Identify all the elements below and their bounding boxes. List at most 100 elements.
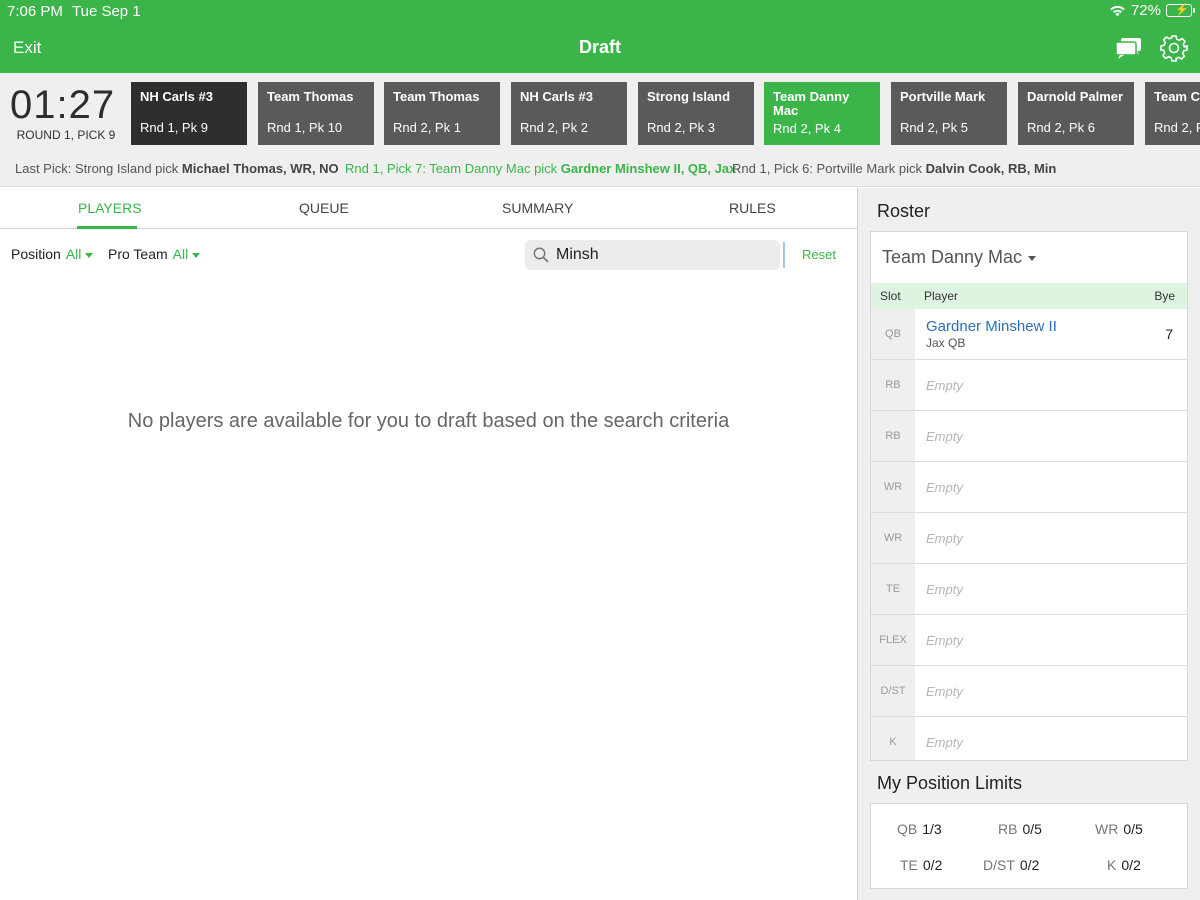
roster-player-link[interactable]: Gardner Minshew II [926, 318, 1057, 335]
roster-empty: Empty [926, 480, 963, 495]
exit-button[interactable]: Exit [13, 38, 41, 58]
reset-button[interactable]: Reset [802, 247, 836, 262]
position-filter-label: Position [11, 246, 61, 262]
ticker-text: Last Pick: Strong Island pick [15, 161, 182, 176]
pick-team: Team Danny Mac [773, 89, 850, 118]
roster-empty: Empty [926, 531, 963, 546]
roster-row: D/ST Empty [871, 666, 1187, 717]
pick-card[interactable]: Strong Island Rnd 2, Pk 3 [638, 82, 754, 145]
roster-player-team: Jax QB [926, 336, 966, 350]
draft-clock: 01:27 ROUND 1, PICK 9 [10, 83, 122, 142]
limit-pos: RB [998, 821, 1018, 837]
pro-team-filter-label: Pro Team [108, 246, 168, 262]
roster-panel: Roster Team Danny Mac Slot Player Bye QB… [858, 188, 1200, 900]
clock-round-label: ROUND 1, PICK 9 [16, 128, 116, 142]
limit-te: TE 0/2 [900, 857, 942, 873]
pick-number: Rnd 2, Pk 6 [1027, 120, 1095, 135]
pick-number: Rnd 2, P [1154, 120, 1200, 135]
pick-card[interactable]: Team Thomas Rnd 2, Pk 1 [384, 82, 500, 145]
position-limits-card: QB 1/3 RB 0/5 WR 0/5 TE 0/2 D/ST 0/2 K 0/2 [870, 803, 1188, 889]
tab-bar: PLAYERS QUEUE SUMMARY RULES [0, 188, 857, 229]
chat-bubbles-icon[interactable] [1115, 37, 1143, 61]
clock-time: 01:27 [10, 83, 116, 127]
limit-pos: TE [900, 857, 918, 873]
roster-player-bye: 7 [1165, 326, 1173, 342]
roster-row: K Empty [871, 717, 1187, 760]
pick-number: Rnd 2, Pk 5 [900, 120, 968, 135]
empty-results-message: No players are available for you to draf… [127, 410, 730, 432]
col-bye: Bye [1154, 289, 1175, 303]
ticker-player: Gardner Minshew II, QB, Jax [560, 161, 737, 176]
roster-header: Slot Player Bye [871, 283, 1187, 309]
roster-slot: TE [871, 564, 915, 614]
limit-dst: D/ST 0/2 [983, 857, 1039, 873]
ticker-last-pick: Last Pick: Strong Island pick Michael Th… [15, 161, 339, 176]
ticker-player: Michael Thomas, WR, NO [181, 161, 339, 176]
roster-slot: K [871, 717, 915, 760]
roster-slot: RB [871, 411, 915, 461]
roster-row: WR Empty [871, 513, 1187, 564]
pick-card[interactable]: Darnold Palmer Rnd 2, Pk 6 [1018, 82, 1134, 145]
limit-value: 0/5 [1123, 821, 1143, 837]
battery-percent: 72% [1130, 2, 1161, 19]
pick-number: Rnd 1, Pk 9 [140, 120, 208, 135]
battery-icon: ⚡ [1166, 4, 1195, 17]
tab-queue[interactable]: QUEUE [299, 200, 349, 216]
pick-number: Rnd 2, Pk 2 [520, 120, 588, 135]
ticker-text: Rnd 1, Pick 6: Portville Mark pick [732, 161, 926, 176]
pick-number: Rnd 2, Pk 3 [647, 120, 715, 135]
roster-empty: Empty [926, 429, 963, 444]
pick-card[interactable]: Team Ch Rnd 2, P [1145, 82, 1200, 145]
roster-slot: D/ST [871, 666, 915, 716]
limit-pos: WR [1095, 821, 1119, 837]
roster-row: FLEX Empty [871, 615, 1187, 666]
pick-number: Rnd 1, Pk 10 [267, 120, 343, 135]
pro-team-filter[interactable]: Pro Team All [108, 246, 201, 262]
limit-value: 0/2 [1019, 857, 1040, 873]
position-filter[interactable]: Position All [11, 246, 94, 262]
roster-empty: Empty [926, 378, 963, 393]
limit-pos: D/ST [983, 857, 1015, 873]
tab-summary[interactable]: SUMMARY [502, 200, 573, 216]
search-input[interactable] [556, 243, 771, 267]
wifi-icon [1110, 5, 1125, 17]
caret-down-icon [85, 252, 94, 258]
roster-row: WR Empty [871, 462, 1187, 513]
pick-card[interactable]: NH Carls #3 Rnd 2, Pk 2 [511, 82, 627, 145]
pick-card[interactable]: Team Thomas Rnd 1, Pk 10 [258, 82, 374, 145]
roster-slot: RB [871, 360, 915, 410]
page-title: Draft [578, 37, 621, 57]
roster-slot: QB [871, 309, 915, 359]
tab-rules[interactable]: RULES [729, 200, 776, 216]
pick-number: Rnd 2, Pk 4 [773, 121, 841, 136]
status-bar: 7:06 PM Tue Sep 1 72% ⚡ [0, 0, 1200, 22]
pick-card-mine[interactable]: Team Danny Mac Rnd 2, Pk 4 [764, 82, 880, 145]
ticker-my-pick: Rnd 1, Pick 7: Team Danny Mac pick Gardn… [345, 161, 736, 176]
roster-slot: WR [871, 513, 915, 563]
caret-down-icon [1028, 255, 1037, 261]
ticker-text: Rnd 1, Pick 7: Team Danny Mac pick [345, 161, 561, 176]
pick-team: Portville Mark [900, 89, 986, 104]
tab-players[interactable]: PLAYERS [78, 200, 142, 216]
limit-pos: QB [897, 821, 918, 837]
pick-team: Team Thomas [393, 89, 480, 104]
col-player: Player [924, 289, 959, 303]
recent-picks-ticker: Last Pick: Strong Island pick Michael Th… [0, 156, 1200, 187]
pick-card[interactable]: NH Carls #3 Rnd 1, Pk 9 [131, 82, 247, 145]
limit-pos: K [1107, 857, 1117, 873]
limit-value: 0/2 [922, 857, 943, 873]
roster-title: Roster [877, 201, 931, 221]
text-cursor [783, 242, 785, 268]
roster-team-select[interactable]: Team Danny Mac [882, 247, 1037, 268]
status-date: Tue Sep 1 [72, 3, 141, 20]
limit-value: 0/5 [1022, 821, 1042, 837]
roster-row: TE Empty [871, 564, 1187, 615]
roster-card: Team Danny Mac Slot Player Bye QB Gardne… [870, 231, 1188, 761]
pick-card[interactable]: Portville Mark Rnd 2, Pk 5 [891, 82, 1007, 145]
gear-icon[interactable] [1160, 34, 1188, 62]
col-slot: Slot [880, 289, 901, 303]
roster-row: RB Empty [871, 360, 1187, 411]
players-panel: PLAYERS QUEUE SUMMARY RULES Position All … [0, 188, 857, 900]
limit-value: 0/2 [1121, 857, 1141, 873]
status-indicators: 72% ⚡ [1109, 2, 1195, 19]
